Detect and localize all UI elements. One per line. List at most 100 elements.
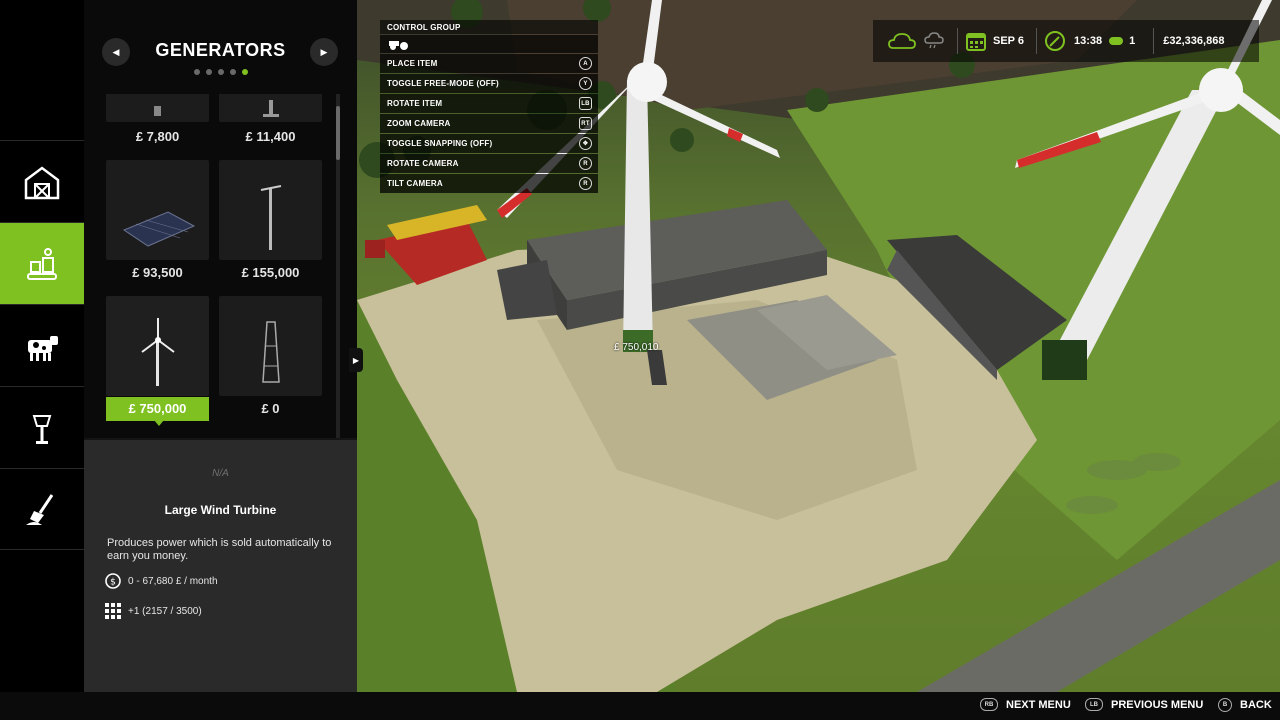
rail-decoration[interactable] <box>0 386 84 468</box>
svg-text:$: $ <box>110 578 116 588</box>
income-stat: $ 0 - 67,680 £ / month <box>104 572 218 590</box>
rail-buildings[interactable] <box>0 140 84 222</box>
control-row: ROTATE ITEM LB <box>380 94 598 113</box>
rail-animals[interactable] <box>0 304 84 386</box>
rain-cloud-icon <box>924 32 944 49</box>
lattice-tower-thumb <box>262 321 280 383</box>
rail-landscaping[interactable] <box>0 468 84 550</box>
chevron-right-icon: ▶ <box>352 355 360 365</box>
bottom-bar: RB NEXT MENU LB PREVIOUS MENU B BACK <box>0 692 1280 720</box>
control-label: TILT CAMERA <box>387 179 443 188</box>
rail-production[interactable] <box>0 222 90 304</box>
item-grid: £ 7,800 £ 11,400 £ 93,500 £ 155,000 £ 75… <box>84 94 357 438</box>
control-row: PLACE ITEM A <box>380 54 598 73</box>
income-text: 0 - 67,680 £ / month <box>128 575 218 587</box>
control-help-panel: CONTROL GROUP PLACE ITEM A TOGGLE FREE-MOD… <box>380 20 598 194</box>
money-cycle-icon: $ <box>105 573 121 589</box>
next-menu-button[interactable]: RB NEXT MENU <box>980 698 1071 711</box>
control-label: TOGGLE FREE-MODE (OFF) <box>387 79 499 88</box>
item-price-selected: £ 750,000 <box>106 397 209 421</box>
hud-divider <box>957 28 958 54</box>
placement-price-tag: £ 750,010 <box>614 342 659 353</box>
control-group-icon-row <box>380 35 598 53</box>
control-label: ZOOM CAMERA <box>387 119 451 128</box>
page-dot[interactable] <box>229 69 236 75</box>
time-text: 13:38 <box>1074 35 1103 47</box>
store-header: ◀ GENERATORS ▶ <box>84 0 357 94</box>
next-menu-label: NEXT MENU <box>1006 698 1071 711</box>
cow-icon <box>28 335 58 361</box>
b-key-icon: B <box>1218 698 1232 712</box>
previous-menu-label: PREVIOUS MENU <box>1111 698 1204 711</box>
item-price: £ 11,400 <box>245 129 296 144</box>
grid-scrollbar[interactable] <box>336 94 340 438</box>
clock-icon <box>1045 31 1065 51</box>
item-price: £ 7,800 <box>135 129 180 144</box>
barn-icon <box>24 165 60 199</box>
availability-text: N/A <box>212 468 229 479</box>
lamp-icon <box>32 414 52 444</box>
slots-stat: +1 (2157 / 3500) <box>104 602 202 620</box>
page-indicator <box>84 69 357 75</box>
cloud-icon <box>888 33 916 49</box>
control-group-title: CONTROL GROUP <box>387 22 461 32</box>
speed-icon <box>1109 37 1124 45</box>
tractor-icon <box>389 41 408 50</box>
item-price: £ 0 <box>261 401 280 416</box>
calendar-icon <box>966 33 986 51</box>
button-prompt-icon: A <box>579 57 592 70</box>
button-prompt-icon: R <box>579 177 592 190</box>
control-row: TOGGLE SNAPPING (OFF) ✥ <box>380 134 598 153</box>
control-row: ROTATE CAMERA R <box>380 154 598 173</box>
item-card[interactable] <box>219 160 322 260</box>
button-prompt-icon: ✥ <box>579 137 592 150</box>
partial-generator-thumb <box>154 106 161 116</box>
status-hud: SEP 6 13:38 1 £32,336,868 <box>873 20 1259 62</box>
control-list: PLACE ITEM A TOGGLE FREE-MODE (OFF) Y ROTATE… <box>380 54 598 193</box>
item-description: Produces power which is sold automatical… <box>107 537 332 562</box>
item-card[interactable] <box>219 94 322 122</box>
hud-divider <box>1036 28 1037 54</box>
hud-divider <box>1153 28 1155 54</box>
page-dot[interactable] <box>241 69 248 75</box>
control-row: TOGGLE FREE-MODE (OFF) Y <box>380 74 598 93</box>
control-group-title-row: CONTROL GROUP <box>380 20 598 34</box>
back-button[interactable]: B BACK <box>1218 698 1272 712</box>
partial-generator-thumb <box>263 100 279 117</box>
item-card-selected[interactable] <box>106 296 209 396</box>
power-pole-thumb <box>260 185 282 250</box>
factory-icon <box>27 247 57 280</box>
shovel-icon <box>26 494 54 525</box>
item-card[interactable] <box>106 94 209 122</box>
control-row: TILT CAMERA R <box>380 174 598 193</box>
selection-arrow <box>154 420 164 426</box>
large-wind-turbine-thumb <box>141 318 175 386</box>
solar-panel-thumb <box>122 211 196 247</box>
page-dot[interactable] <box>217 69 224 75</box>
item-card[interactable] <box>106 160 209 260</box>
money-text: £32,336,868 <box>1163 35 1225 47</box>
lb-key-icon: LB <box>1085 698 1103 711</box>
item-price: £ 93,500 <box>132 265 183 280</box>
store-panel: ◀ GENERATORS ▶ £ 7,800 £ 11,400 £ 93,500… <box>84 0 357 692</box>
date-text: SEP 6 <box>993 35 1024 47</box>
slot-grid-icon <box>105 603 121 619</box>
button-prompt-icon: R <box>579 157 592 170</box>
time-speed-text: 1 <box>1129 35 1136 47</box>
previous-menu-button[interactable]: LB PREVIOUS MENU <box>1085 698 1203 711</box>
control-label: TOGGLE SNAPPING (OFF) <box>387 139 493 148</box>
control-label: ROTATE ITEM <box>387 99 443 108</box>
collapse-panel-button[interactable]: ▶ <box>349 348 363 372</box>
category-rail <box>0 0 90 692</box>
back-label: BACK <box>1240 699 1272 711</box>
button-prompt-icon: Y <box>579 77 592 90</box>
control-label: PLACE ITEM <box>387 59 438 68</box>
next-category-button[interactable]: ▶ <box>310 38 338 66</box>
button-prompt-icon: RT <box>579 117 592 130</box>
page-dot[interactable] <box>205 69 212 75</box>
item-card[interactable] <box>219 296 322 396</box>
scrollbar-thumb[interactable] <box>336 106 340 160</box>
item-details: N/A Large Wind Turbine Produces power wh… <box>84 440 357 692</box>
page-dot[interactable] <box>193 69 200 75</box>
button-prompt-icon: LB <box>579 97 592 110</box>
